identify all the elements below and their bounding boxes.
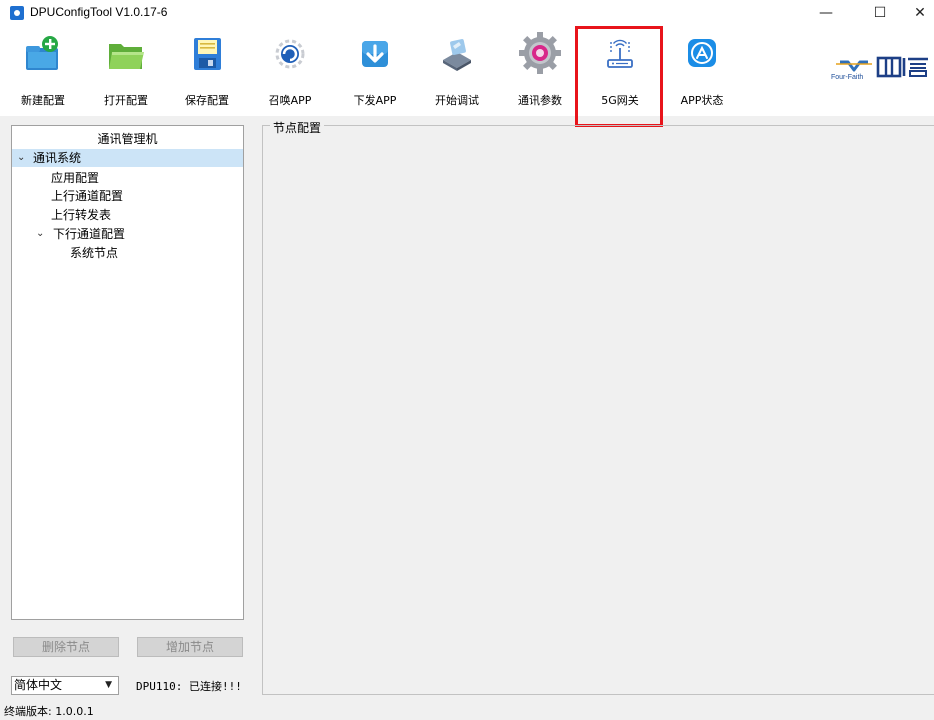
language-select-value: 简体中文: [14, 678, 63, 692]
toolbar-label: 新建配置: [21, 94, 65, 107]
comm-params-button[interactable]: 通讯参数: [504, 26, 576, 114]
close-button[interactable]: ✕: [900, 0, 934, 26]
version-text: 终端版本: 1.0.0.1: [4, 705, 94, 718]
minimize-button[interactable]: —: [806, 0, 846, 26]
title-bar: DPUConfigTool V1.0.17-6 — ☐ ✕: [0, 0, 934, 26]
toolbar-label: 通讯参数: [518, 94, 562, 107]
toolbar-label: 保存配置: [185, 94, 229, 107]
download-app-button[interactable]: 下发APP: [339, 26, 411, 114]
app-status-button[interactable]: APP状态: [666, 26, 738, 114]
tree-node-system-node[interactable]: 系统节点: [12, 244, 243, 262]
toolbar: 新建配置 打开配置 保存配置 召唤APP 下发APP 开始调试 通讯参数 5G网…: [0, 26, 934, 116]
chevron-down-icon[interactable]: ⌄: [36, 225, 44, 243]
tree-node-label: 系统节点: [70, 246, 119, 260]
summon-app-button[interactable]: 召唤APP: [254, 26, 326, 114]
toolbar-label: APP状态: [680, 94, 724, 107]
delete-node-button[interactable]: 删除节点: [13, 637, 119, 657]
add-node-button[interactable]: 增加节点: [137, 637, 243, 657]
dropdown-arrow-icon[interactable]: ▼: [105, 677, 112, 694]
save-config-button[interactable]: 保存配置: [171, 26, 243, 114]
tree-node-label: 下行通道配置: [53, 227, 126, 241]
save-disk-icon: [187, 34, 227, 74]
summon-app-icon: [270, 34, 310, 74]
node-config-group: [262, 125, 934, 695]
start-debug-button[interactable]: 开始调试: [421, 26, 493, 114]
tree-node-label: 上行通道配置: [51, 189, 124, 203]
toolbar-label: 下发APP: [353, 94, 397, 107]
download-app-icon: [355, 34, 395, 74]
tree-node-label: 通讯系统: [33, 151, 82, 165]
node-config-title: 节点配置: [270, 119, 325, 136]
tree-node-label: 上行转发表: [51, 208, 112, 222]
toolbar-label: 打开配置: [104, 94, 148, 107]
new-config-icon: [23, 34, 63, 74]
tree-node-comm-system[interactable]: ⌄ 通讯系统: [12, 149, 243, 167]
tree-node-label: 应用配置: [51, 171, 100, 185]
open-folder-icon: [106, 34, 146, 74]
toolbar-label: 召唤APP: [268, 94, 312, 107]
brand-logo: Four-Faith: [828, 50, 934, 90]
new-config-button[interactable]: 新建配置: [7, 26, 79, 114]
language-select[interactable]: 简体中文 ▼: [11, 676, 119, 695]
chevron-down-icon[interactable]: ⌄: [17, 149, 25, 167]
app-store-icon: [682, 34, 722, 74]
tree-header: 通讯管理机: [97, 132, 158, 146]
maximize-button[interactable]: ☐: [860, 0, 900, 26]
open-config-button[interactable]: 打开配置: [90, 26, 162, 114]
app-icon: [10, 6, 24, 20]
tree-node-uplink-forward[interactable]: 上行转发表: [12, 206, 243, 224]
tree-node-app-config[interactable]: 应用配置: [12, 169, 243, 187]
tree-node-downlink-config[interactable]: ⌄ 下行通道配置: [12, 225, 243, 243]
tree-node-uplink-config[interactable]: 上行通道配置: [12, 187, 243, 205]
debug-icon: [437, 34, 477, 74]
toolbar-label: 开始调试: [435, 94, 479, 107]
highlight-box: [575, 26, 663, 127]
gear-icon: [517, 30, 563, 76]
tree-panel: 通讯管理机 ⌄ 通讯系统 应用配置 上行通道配置 上行转发表 ⌄ 下行通道配置 …: [11, 125, 244, 620]
brand-name-text: Four-Faith: [831, 74, 863, 81]
window-title: DPUConfigTool V1.0.17-6: [30, 5, 168, 19]
connection-status: DPU110: 已连接!!!: [136, 680, 242, 693]
